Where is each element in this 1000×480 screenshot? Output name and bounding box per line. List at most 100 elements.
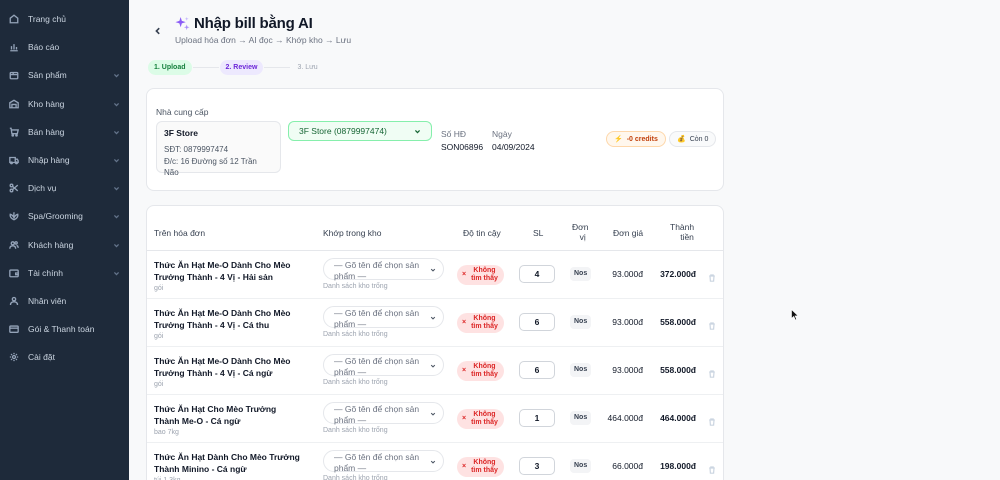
supplier-address: Đ/c: 16 Đường số 12 Trần Não: [164, 156, 257, 178]
sidebar-item-label: Spa/Grooming: [28, 211, 83, 222]
col-total-line1: Thành: [670, 222, 695, 232]
step-save[interactable]: 3. Lưu: [291, 60, 323, 75]
chevron-down-icon: [430, 316, 436, 320]
chevron-down-icon[interactable]: [113, 184, 121, 192]
remaining-badge: 💰 Còn 0: [669, 131, 717, 147]
chevron-down-icon[interactable]: [113, 71, 121, 79]
col-total-line2: tiền: [680, 232, 694, 242]
chart-icon: [8, 42, 19, 53]
match-placeholder: — Gõ tên để chọn sản: [334, 308, 420, 318]
chevron-down-icon[interactable]: [113, 212, 121, 220]
sidebar-item-truck[interactable]: Nhập hàng: [0, 146, 129, 174]
product-match-select[interactable]: — Gõ tên để chọn sản phẩm —: [323, 402, 444, 425]
sidebar-item-spa[interactable]: Spa/Grooming: [0, 202, 129, 230]
item-name: Thức Ăn Hạt Dành Cho Mèo Trưởng Thành Mi…: [154, 451, 304, 480]
match-placeholder: — Gõ tên để chọn sản: [334, 404, 420, 414]
product-match-select[interactable]: — Gõ tên để chọn sản phẩm —: [323, 306, 444, 329]
table-row: Thức Ăn Hạt Me-O Dành Cho Mèo Trưởng Thà…: [147, 299, 723, 347]
line-total: 464.000đ: [660, 413, 696, 423]
quantity-input[interactable]: 6: [519, 313, 555, 331]
product-match-select[interactable]: — Gõ tên để chọn sản phẩm —: [323, 258, 444, 281]
chevron-down-icon[interactable]: [113, 241, 121, 249]
sidebar-item-label: Nhân viên: [28, 295, 67, 306]
unit-price: 464.000đ: [607, 413, 643, 423]
product-match-select[interactable]: — Gõ tên để chọn sản phẩm —: [323, 450, 444, 473]
sidebar-item-warehouse[interactable]: Kho hàng: [0, 90, 129, 118]
delete-row-button[interactable]: [708, 317, 717, 330]
col-unit-line2: vị: [579, 232, 586, 242]
confidence-badge: × Không tìm thấy: [457, 313, 504, 333]
main-content: Nhập bill bằng AI Upload hóa đơn → AI đọ…: [129, 0, 1000, 480]
item-name: Thức Ăn Hạt Me-O Dành Cho Mèo Trưởng Thà…: [154, 307, 304, 343]
col-qty: SL: [533, 228, 544, 238]
delete-row-button[interactable]: [708, 413, 717, 426]
box-icon: [8, 70, 19, 81]
item-unit-note: gói: [154, 381, 164, 388]
sidebar-item-label: Dịch vụ: [28, 183, 57, 194]
delete-row-button[interactable]: [708, 269, 717, 282]
x-icon: ×: [462, 463, 467, 470]
sidebar-item-user[interactable]: Nhân viên: [0, 287, 129, 315]
quantity-input[interactable]: 1: [519, 409, 555, 427]
sidebar-item-card[interactable]: Gói & Thanh toán: [0, 315, 129, 343]
x-icon: ×: [462, 415, 467, 422]
sidebar-item-cart[interactable]: Bán hàng: [0, 118, 129, 146]
table-header: Trên hóa đơn Khớp trong kho Độ tin cậy S…: [147, 206, 723, 251]
sidebar-item-users[interactable]: Khách hàng: [0, 231, 129, 259]
line-total: 372.000đ: [660, 269, 696, 279]
sparkle-icon: [175, 16, 190, 31]
back-button[interactable]: [151, 24, 165, 38]
item-name-text: Thức Ăn Hạt Me-O Dành Cho Mèo Trưởng Thà…: [154, 356, 291, 378]
step-review[interactable]: 2. Review: [219, 60, 264, 75]
confidence-text: Không: [473, 459, 496, 466]
item-name-text: Thức Ăn Hạt Dành Cho Mèo Trưởng Thành Mi…: [154, 452, 300, 474]
col-match: Khớp trong kho: [323, 228, 382, 238]
product-match-select[interactable]: — Gõ tên để chọn sản phẩm —: [323, 354, 444, 377]
line-total: 558.000đ: [660, 317, 696, 327]
spa-icon: [8, 211, 19, 222]
chevron-down-icon[interactable]: [113, 269, 121, 277]
sidebar-item-box[interactable]: Sản phẩm: [0, 61, 129, 89]
col-price: Đơn giá: [613, 228, 644, 238]
step-upload[interactable]: 1. Upload: [148, 60, 192, 75]
x-icon: ×: [462, 367, 467, 374]
delete-row-button[interactable]: [708, 461, 717, 474]
confidence-badge: × Không tìm thấy: [457, 265, 504, 285]
trash-icon: [709, 418, 715, 426]
col-unit-line1: Đơn: [572, 222, 589, 232]
page-header: Nhập bill bằng AI Upload hóa đơn → AI đọ…: [175, 15, 351, 45]
sidebar-item-scissors[interactable]: Dịch vụ: [0, 174, 129, 202]
line-total: 198.000đ: [660, 461, 696, 471]
unit-price: 66.000đ: [612, 461, 643, 471]
supplier-select[interactable]: 3F Store (0879997474): [288, 121, 432, 141]
chevron-down-icon[interactable]: [113, 156, 121, 164]
unit-badge: Nos: [570, 315, 592, 329]
confidence-text: tìm thấy: [471, 323, 498, 330]
trash-icon: [709, 466, 715, 474]
chevron-down-icon[interactable]: [113, 128, 121, 136]
item-name-text: Thức Ăn Hạt Me-O Dành Cho Mèo Trưởng Thà…: [154, 260, 291, 282]
item-name-text: Thức Ăn Hạt Me-O Dành Cho Mèo Trưởng Thà…: [154, 308, 291, 330]
quantity-input[interactable]: 4: [519, 265, 555, 283]
item-name: Thức Ăn Hạt Cho Mèo Trưởng Thành Me-O - …: [154, 403, 304, 439]
wallet-icon: [8, 267, 19, 278]
supplier-card: Nhà cung cấp 3F Store SĐT: 0879997474 Đ/…: [146, 88, 724, 191]
page-subtitle: Upload hóa đơn → AI đọc → Khớp kho → Lưu: [175, 35, 352, 45]
sidebar-item-label: Báo cáo: [28, 42, 60, 53]
sidebar-item-label: Gói & Thanh toán: [28, 324, 95, 335]
sidebar-item-home[interactable]: Trang chủ: [0, 5, 129, 33]
chevron-down-icon: [414, 129, 421, 133]
sidebar-item-chart[interactable]: Báo cáo: [0, 33, 129, 61]
x-icon: ×: [462, 271, 467, 278]
empty-stock-note: Danh sách kho trống: [323, 283, 388, 290]
unit-badge: Nos: [570, 459, 592, 473]
sidebar-item-wallet[interactable]: Tài chính: [0, 259, 129, 287]
delete-row-button[interactable]: [708, 365, 717, 378]
sidebar-item-gear[interactable]: Cài đặt: [0, 343, 129, 371]
table-row: Thức Ăn Hạt Dành Cho Mèo Trưởng Thành Mi…: [147, 443, 723, 480]
chevron-down-icon[interactable]: [113, 100, 121, 108]
quantity-input[interactable]: 6: [519, 361, 555, 379]
match-placeholder: — Gõ tên để chọn sản: [334, 452, 420, 462]
match-placeholder: phẩm —: [334, 366, 367, 377]
quantity-input[interactable]: 3: [519, 457, 555, 475]
